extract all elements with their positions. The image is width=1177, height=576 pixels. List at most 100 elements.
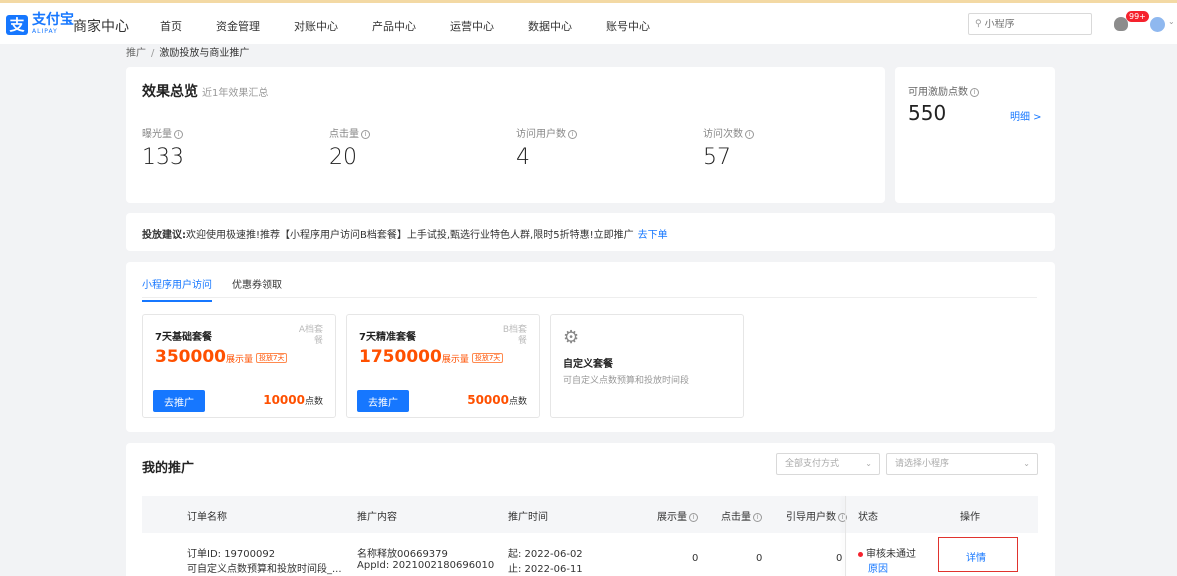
chevron-down-icon[interactable]: ⌄ [1168,17,1175,26]
select-value: 请选择小程序 [895,459,950,469]
overview-card: 效果总览 近1年效果汇总 曝光量 i 133 点击量 i 20 访问用户数 i 4 访问… [126,67,885,203]
content-name: 名称释放00669379 [357,549,448,560]
gear-icon: ⚙ [563,327,580,348]
info-icon[interactable]: i [361,129,370,139]
info-icon[interactable]: i [174,129,183,139]
points-detail-link[interactable]: 明细 > [1010,108,1042,123]
nav-funds[interactable]: 资金管理 [216,18,260,34]
info-icon[interactable]: i [970,87,979,97]
package-card-basic: 7天基础套餐 A档套餐 350000展示量 投放7天 去推广 10000点数 [142,314,336,418]
fixed-column-divider [845,496,846,576]
info-icon[interactable]: i [745,129,754,139]
search-input[interactable] [984,18,1085,30]
package-duration-tag: 投放7天 [256,353,288,363]
top-navbar: 支 支付宝 ALIPAY 商家中心 首页 资金管理 对账中心 产品中心 运营中心… [0,0,1177,44]
metric-label: 访问用户数 [516,129,566,140]
miniapp-filter-select[interactable]: 请选择小程序 ⌄ [886,453,1038,475]
status-badge: 审核未通过 [858,545,916,560]
end-date: 止: 2022-06-11 [508,564,583,575]
metric-clicks: 点击量 i 20 [329,125,370,170]
package-points: 50000 [467,393,509,407]
promote-button[interactable]: 去推广 [357,390,409,412]
tabs-divider [142,297,1037,298]
breadcrumb-parent[interactable]: 推广 [126,48,146,59]
info-icon[interactable]: i [689,512,698,522]
clicks-value: 0 [756,553,763,564]
package-name: 7天基础套餐 [155,332,212,343]
chevron-down-icon: ⌄ [1023,459,1030,468]
info-icon[interactable]: i [568,129,577,139]
col-content: 推广内容 [357,512,397,523]
my-promotion-card: 我的推广 全部支付方式 ⌄ 请选择小程序 ⌄ 订单名称 推广内容 推广时间 展示量 i… [126,443,1055,576]
metric-label: 访问次数 [703,129,743,140]
alipay-logo-icon: 支 [6,15,28,35]
search-box[interactable]: ⚲ [968,13,1092,35]
table-header: 订单名称 推广内容 推广时间 展示量 i 点击量 i 引导用户数 i 状态 操作 [142,496,1038,533]
package-name: 7天精准套餐 [359,332,416,343]
package-card-custom[interactable]: ⚙ 自定义套餐 可自定义点数预算和投放时间段 [550,314,744,418]
col-order-name: 订单名称 [187,512,227,523]
order-now-link[interactable]: 去下单 [638,230,668,241]
promote-button[interactable]: 去推广 [153,390,205,412]
package-unit: 展示量 [225,355,253,365]
search-icon: ⚲ [975,19,982,29]
package-duration-tag: 投放7天 [471,353,504,363]
breadcrumb-separator: / [151,48,155,59]
package-points-unit: 点数 [508,397,527,407]
col-clicks: 点击量 i [721,508,762,523]
package-unit: 展示量 [441,355,469,365]
table-row: 订单ID: 19700092 可自定义点数预算和投放时间段_... 名称释放00… [142,533,1038,576]
tab-miniapp-visits[interactable]: 小程序用户访问 [142,276,212,302]
impressions-value: 0 [692,553,699,564]
nav-reconciliation[interactable]: 对账中心 [294,18,338,34]
select-value: 全部支付方式 [785,459,840,469]
package-amount: 350000 [155,347,226,367]
col-users: 引导用户数 i [786,508,847,523]
metric-value: 133 [142,145,184,170]
main-nav: 首页 资金管理 对账中心 产品中心 运营中心 数据中心 账号中心 [160,18,684,34]
avatar[interactable] [1150,17,1165,32]
col-status: 状态 [858,512,878,523]
nav-products[interactable]: 产品中心 [372,18,416,34]
merchant-center-title: 商家中心 [73,19,129,35]
points-value: 550 [908,101,947,125]
advice-card: 投放建议:欢迎使用极速推!推荐【小程序用户访问B档套餐】上手试投,甄选行业特色人… [126,213,1055,251]
metric-value: 57 [703,145,731,170]
packages-card: 小程序用户访问 优惠券领取 7天基础套餐 A档套餐 350000展示量 投放7天 … [126,262,1055,432]
breadcrumb: 推广 / 激励投放与商业推广 [126,44,249,59]
order-id: 订单ID: 19700092 [187,549,276,560]
package-desc: 可自定义点数预算和投放时间段 [563,376,690,386]
breadcrumb-current: 激励投放与商业推广 [159,48,250,59]
nav-data[interactable]: 数据中心 [528,18,572,34]
nav-account[interactable]: 账号中心 [606,18,650,34]
my-promotion-title: 我的推广 [142,461,195,476]
detail-highlight-box: 详情 [938,537,1018,572]
package-name: 自定义套餐 [563,359,613,370]
content-appid: AppId: 2021002180696010 [357,560,495,571]
start-date: 起: 2022-06-02 [508,549,583,560]
package-points: 10000 [263,393,305,407]
info-icon[interactable]: i [753,512,762,522]
tab-coupon-claims[interactable]: 优惠券领取 [232,276,282,302]
overview-subtitle: 近1年效果汇总 [202,88,269,99]
col-time: 推广时间 [508,512,548,523]
metric-visits: 访问次数 i 57 [703,125,754,170]
package-card-precise: 7天精准套餐 B档套餐 1750000展示量 投放7天 去推广 50000点数 [346,314,540,418]
status-reason-link[interactable]: 原因 [868,560,888,575]
col-actions: 操作 [960,512,980,523]
metric-visitors: 访问用户数 i 4 [516,125,577,170]
overview-title: 效果总览 [142,84,198,100]
package-amount: 1750000 [359,347,442,367]
users-value: 0 [836,553,843,564]
points-label: 可用激励点数 [908,87,968,98]
nav-operations[interactable]: 运营中心 [450,18,494,34]
package-points-unit: 点数 [304,397,323,407]
alipay-logo[interactable]: 支 支付宝 ALIPAY [6,13,74,37]
status-dot [858,551,863,557]
detail-link[interactable]: 详情 [966,549,986,564]
payment-filter-select[interactable]: 全部支付方式 ⌄ [776,453,880,475]
nav-home[interactable]: 首页 [160,18,182,34]
col-impressions: 展示量 i [657,508,698,523]
advice-label: 投放建议: [142,230,186,241]
metric-value: 4 [516,145,530,170]
